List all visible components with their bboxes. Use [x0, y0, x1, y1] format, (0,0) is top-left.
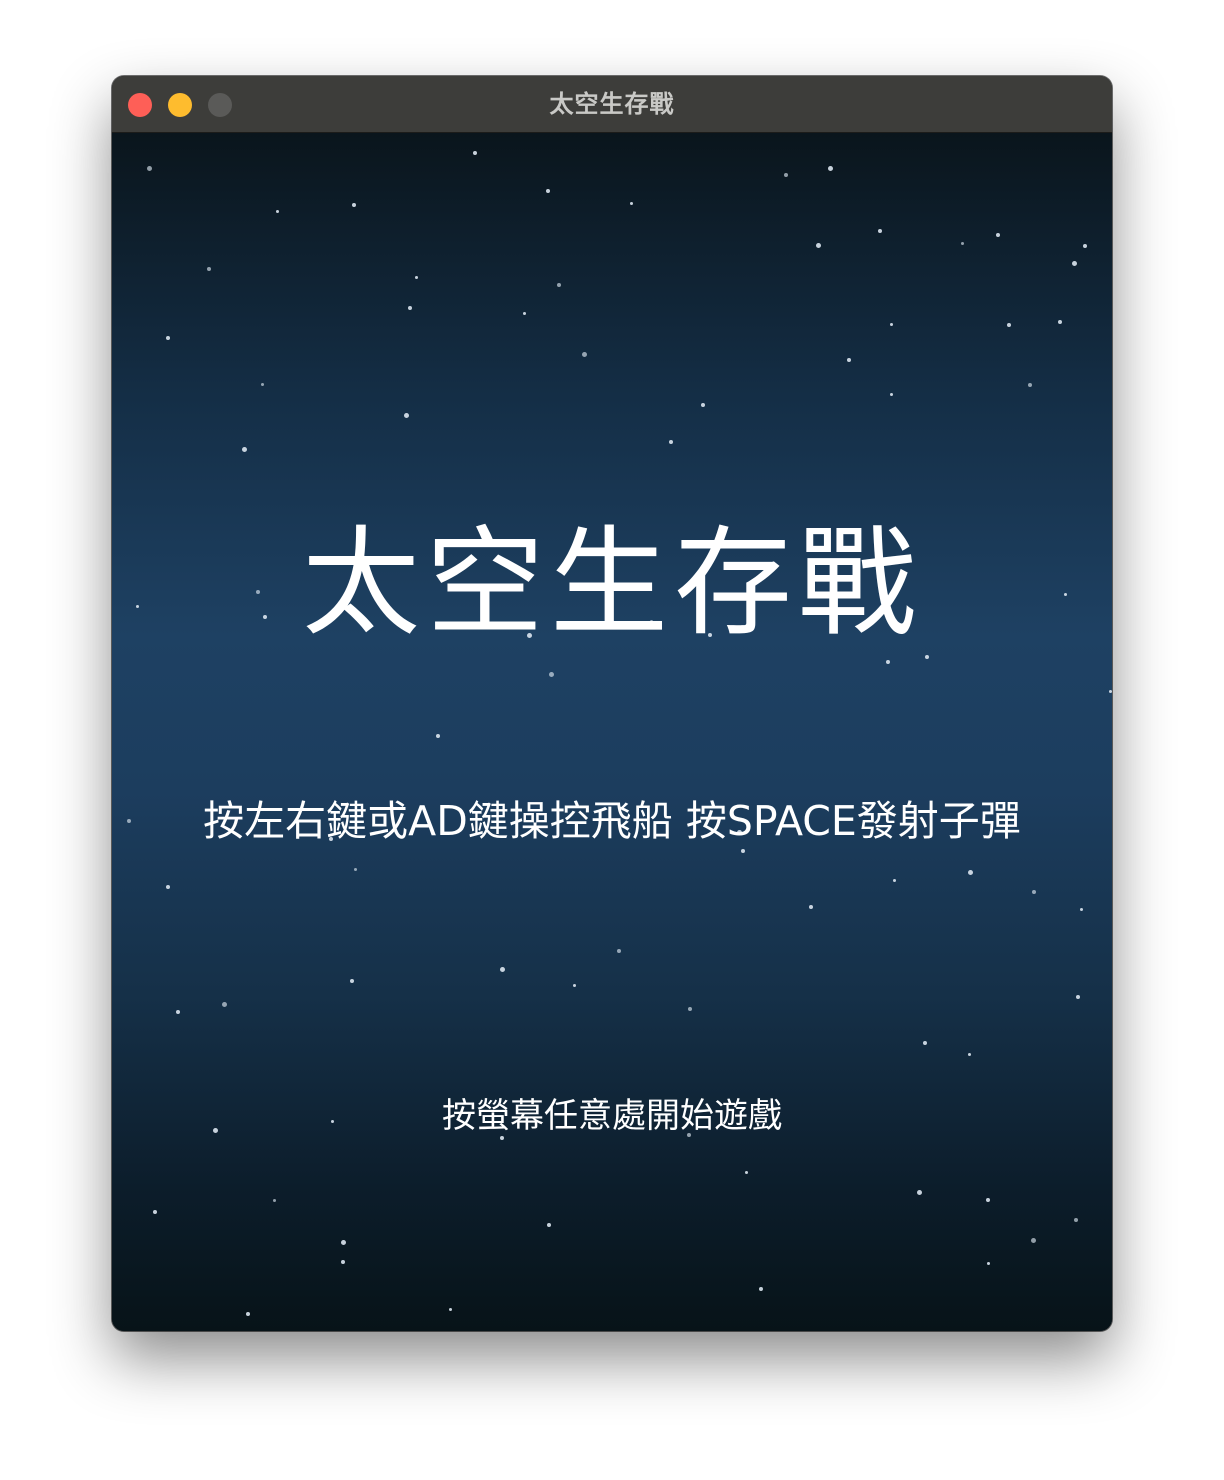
star	[276, 210, 279, 213]
star	[341, 1260, 345, 1264]
star	[546, 189, 550, 193]
star	[701, 403, 705, 407]
star	[987, 1262, 990, 1265]
star	[961, 242, 964, 245]
star	[500, 967, 505, 972]
star	[582, 352, 587, 357]
star	[573, 984, 576, 987]
star	[176, 1010, 180, 1014]
star	[1072, 261, 1077, 266]
star	[1032, 890, 1036, 894]
star	[617, 949, 621, 953]
star	[886, 660, 890, 664]
star	[242, 447, 247, 452]
star	[759, 1287, 763, 1291]
star	[745, 1171, 748, 1174]
star	[404, 413, 409, 418]
star	[890, 323, 893, 326]
star	[968, 870, 973, 875]
star	[923, 1041, 927, 1045]
star	[153, 1210, 157, 1214]
star	[968, 1053, 971, 1056]
star	[890, 393, 893, 396]
star	[893, 879, 896, 882]
star	[996, 233, 1000, 237]
star	[784, 173, 788, 177]
star	[809, 905, 813, 909]
window-title: 太空生存戰	[549, 90, 675, 118]
star	[917, 1190, 922, 1195]
star	[1076, 995, 1080, 999]
star	[1058, 320, 1062, 324]
star	[246, 1312, 250, 1316]
game-start-screen[interactable]: 太空生存戰 按左右鍵或AD鍵操控飛船 按SPACE發射子彈 按螢幕任意處開始遊戲	[112, 133, 1112, 1331]
star	[473, 151, 477, 155]
game-title: 太空生存戰	[301, 514, 922, 652]
star	[1080, 908, 1083, 911]
star	[549, 672, 554, 677]
star	[1028, 383, 1032, 387]
star	[557, 283, 561, 287]
start-prompt: 按螢幕任意處開始遊戲	[442, 1096, 782, 1136]
star	[273, 1199, 276, 1202]
star	[1083, 244, 1087, 248]
star	[341, 1240, 346, 1245]
star	[1007, 323, 1011, 327]
star	[828, 166, 833, 171]
star	[261, 383, 264, 386]
star	[222, 1002, 227, 1007]
star	[523, 312, 526, 315]
star	[408, 306, 412, 310]
star	[878, 229, 882, 233]
star	[1031, 1238, 1036, 1243]
star	[1109, 690, 1112, 693]
star	[147, 166, 152, 171]
star	[166, 885, 170, 889]
star	[436, 734, 440, 738]
star	[350, 979, 354, 983]
star	[354, 868, 357, 871]
star	[925, 655, 929, 659]
star	[847, 358, 851, 362]
star	[986, 1198, 990, 1202]
controls-instructions: 按左右鍵或AD鍵操控飛船 按SPACE發射子彈	[203, 797, 1021, 845]
star	[449, 1308, 452, 1311]
app-window: 太空生存戰 太空生存戰 按左右鍵或AD鍵操控飛船 按SPACE發射子彈 按螢幕任…	[112, 76, 1112, 1331]
star	[415, 276, 418, 279]
star	[1074, 1218, 1078, 1222]
star	[207, 267, 211, 271]
star	[630, 202, 633, 205]
title-bar[interactable]: 太空生存戰	[112, 76, 1112, 133]
star	[688, 1007, 692, 1011]
star	[547, 1223, 551, 1227]
star	[816, 243, 821, 248]
star	[669, 440, 673, 444]
starfield	[112, 133, 1112, 1331]
star	[166, 336, 170, 340]
star	[352, 203, 356, 207]
